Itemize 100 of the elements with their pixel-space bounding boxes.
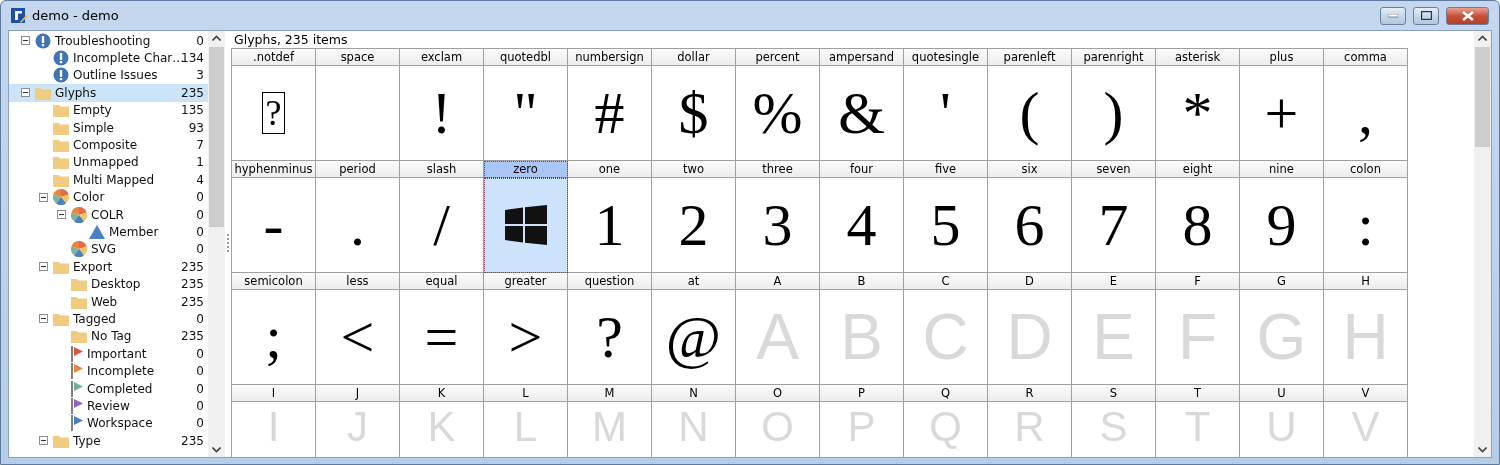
glyph-name[interactable]: O [736,385,820,402]
expand-toggle[interactable] [39,314,48,324]
expand-toggle[interactable] [39,192,48,202]
glyph-name[interactable]: plus [1240,49,1324,66]
glyph-name[interactable]: semicolon [232,273,316,290]
tree-item[interactable]: Multi Mapped 4 [9,171,208,189]
glyph-cell[interactable]: ? [232,66,316,161]
glyph-name[interactable]: G [1240,273,1324,290]
glyph-name[interactable]: eight [1156,161,1240,178]
glyph-cell[interactable]: 3 [736,178,820,273]
scroll-thumb[interactable] [209,47,224,227]
glyph-name[interactable]: less [316,273,400,290]
expand-toggle[interactable] [21,36,30,46]
glyph-name[interactable]: five [904,161,988,178]
glyph-name[interactable]: quotedbl [484,49,568,66]
glyph-cell[interactable]: 6 [988,178,1072,273]
glyph-cell[interactable]: ' [904,66,988,161]
scrollbar[interactable] [1474,31,1491,457]
tree-item[interactable]: Review 0 [9,397,208,415]
glyph-name[interactable]: dollar [652,49,736,66]
glyph-name[interactable]: .notdef [232,49,316,66]
glyph-cell[interactable]: * [1156,66,1240,161]
glyph-name[interactable]: asterisk [1156,49,1240,66]
glyph-name[interactable]: T [1156,385,1240,402]
glyph-name[interactable]: B [820,273,904,290]
glyph-name[interactable]: space [316,49,400,66]
glyph-cell[interactable]: ( [988,66,1072,161]
tree-item[interactable]: Export 235 [9,258,208,276]
glyph-cell[interactable] [484,178,568,273]
close-button[interactable] [1446,6,1489,25]
scroll-thumb[interactable] [1475,47,1490,147]
glyph-cell[interactable]: / [400,178,484,273]
glyph-name[interactable]: quotesingle [904,49,988,66]
glyph-name[interactable]: A [736,273,820,290]
glyph-name[interactable]: seven [1072,161,1156,178]
tree-item[interactable]: Type 235 [9,432,208,450]
glyph-name[interactable]: J [316,385,400,402]
glyph-cell[interactable]: > [484,290,568,385]
glyph-name[interactable]: Q [904,385,988,402]
expand-toggle[interactable] [21,88,30,98]
tree-item[interactable]: Unmapped 1 [9,153,208,172]
glyph-name[interactable]: six [988,161,1072,178]
glyph-name[interactable]: nine [1240,161,1324,178]
tree-item[interactable]: Incomplete 0 [9,362,208,380]
glyph-cell[interactable]: ) [1072,66,1156,161]
expand-toggle[interactable] [39,436,48,446]
glyph-name[interactable]: comma [1324,49,1408,66]
glyph-name[interactable]: parenright [1072,49,1156,66]
glyph-cell[interactable]: 1 [568,178,652,273]
glyph-name[interactable]: C [904,273,988,290]
glyph-name[interactable]: numbersign [568,49,652,66]
expand-toggle[interactable] [57,210,66,220]
scroll-up-icon[interactable] [212,35,221,41]
glyph-name[interactable]: L [484,385,568,402]
glyph-name[interactable]: K [400,385,484,402]
glyph-cell[interactable]: 9 [1240,178,1324,273]
glyph-name[interactable]: colon [1324,161,1408,178]
glyph-cell[interactable]: 5 [904,178,988,273]
glyph-name[interactable]: M [568,385,652,402]
expand-toggle[interactable] [39,262,48,272]
glyph-name[interactable]: P [820,385,904,402]
glyph-name[interactable]: one [568,161,652,178]
glyph-cell[interactable]: ! [400,66,484,161]
tree-item[interactable]: Member 0 [9,223,208,241]
scroll-up-icon[interactable] [1478,35,1487,41]
glyph-cell[interactable]: 4 [820,178,904,273]
splitter-grip-icon[interactable] [226,234,229,254]
glyph-name[interactable]: slash [400,161,484,178]
scroll-down-icon[interactable] [212,447,221,453]
tree-item[interactable]: Web 235 [9,292,208,311]
glyph-cell[interactable]: 7 [1072,178,1156,273]
glyph-cell[interactable]: 8 [1156,178,1240,273]
glyph-name[interactable]: N [652,385,736,402]
glyph-name[interactable]: at [652,273,736,290]
glyph-cell[interactable]: - [232,178,316,273]
minimize-button[interactable] [1380,6,1406,25]
glyph-name[interactable]: question [568,273,652,290]
glyph-cell[interactable]: # [568,66,652,161]
glyph-name[interactable]: four [820,161,904,178]
glyph-name[interactable]: parenleft [988,49,1072,66]
tree-item[interactable]: Desktop 235 [9,275,208,293]
glyph-name[interactable]: D [988,273,1072,290]
scroll-down-icon[interactable] [1478,447,1487,453]
glyph-name[interactable]: ampersand [820,49,904,66]
glyph-cell[interactable]: 2 [652,178,736,273]
glyph-name[interactable]: period [316,161,400,178]
glyph-name[interactable]: zero [484,161,568,178]
glyph-name[interactable]: F [1156,273,1240,290]
glyph-cell[interactable]: . [316,178,400,273]
tree-item[interactable]: Outline Issues 3 [9,66,208,85]
glyph-cell[interactable]: < [316,290,400,385]
tree-item[interactable]: Troubleshooting 0 [9,32,208,50]
tree-item[interactable]: Tagged 0 [9,310,208,328]
glyph-cell[interactable]: , [1324,66,1408,161]
glyph-cell[interactable]: " [484,66,568,161]
tree-item[interactable]: Composite 7 [9,136,208,154]
glyph-name[interactable]: percent [736,49,820,66]
tree-item[interactable]: Simple 93 [9,118,208,137]
glyph-name[interactable]: three [736,161,820,178]
tree-item[interactable]: Empty 135 [9,101,208,119]
